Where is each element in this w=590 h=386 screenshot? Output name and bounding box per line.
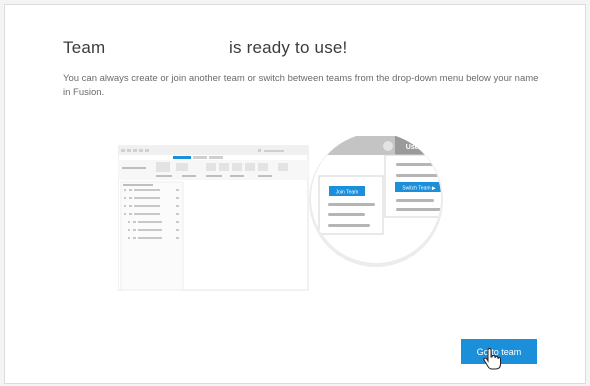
join-team-label: Join Team: [336, 190, 359, 196]
title-team: Team: [63, 38, 106, 57]
go-to-team-button[interactable]: Go to team: [461, 339, 537, 364]
switch-team-label: Switch Team ▶: [402, 186, 436, 192]
page-title: Team is ready to use!: [63, 38, 543, 62]
user-name-label: User Name: [406, 144, 443, 151]
title-ready: is ready to use!: [229, 38, 348, 57]
app-window-mock: [118, 145, 309, 291]
magnifier-circle: User Name Switch Team ▶ Join Team: [309, 133, 443, 267]
description-text: You can always create or join another te…: [63, 73, 539, 98]
illustration: User Name Switch Team ▶ Join Team: [118, 133, 443, 291]
